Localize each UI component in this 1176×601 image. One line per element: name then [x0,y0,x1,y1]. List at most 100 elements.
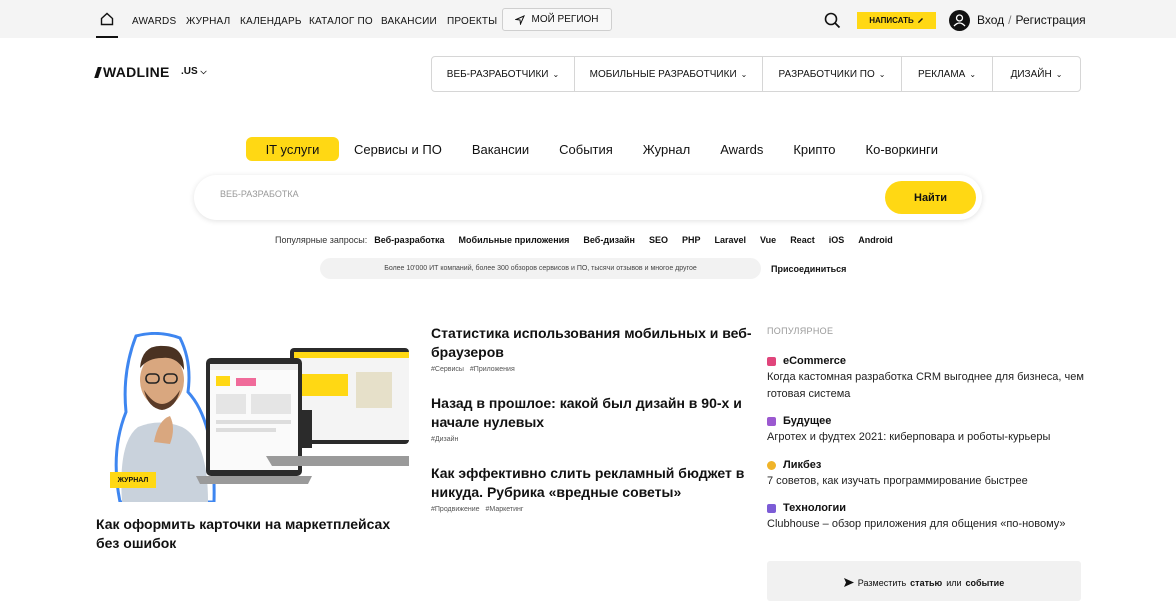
write-button[interactable]: НАПИСАТЬ [857,12,936,29]
topnav-vacancies[interactable]: ВАКАНСИИ [381,16,437,27]
article-tags: #Продвижение #Маркетинг [431,506,761,513]
popular-item[interactable]: eCommerce Когда кастомная разработка CRM… [767,355,1087,403]
popular-text: 7 советов, как изучать программирование … [767,475,1028,487]
logo-text: WADLINE [103,64,170,80]
popular-query[interactable]: Мобильные приложения [459,235,570,245]
logo-mark [94,67,102,78]
pencil-icon [917,18,923,23]
article-tags: #Сервисы #Приложения [431,366,761,373]
article-tag[interactable]: #Приложения [470,366,515,373]
ecommerce-icon [767,356,776,366]
login-link[interactable]: Вход [977,13,1004,27]
category-mobile-developers[interactable]: МОБИЛЬНЫЕ РАЗРАБОТЧИКИ ⌄ [575,57,763,91]
site-logo[interactable]: WADLINE [94,64,170,80]
popular-category: eCommerce [783,355,846,367]
place-prefix: Разместить [857,578,907,588]
chevron-down-icon: ⌄ [1055,69,1063,79]
tab-services-software[interactable]: Сервисы и ПО [339,137,457,161]
article-title[interactable]: Статистика использования мобильных и веб… [431,324,761,362]
search-button[interactable]: Найти [885,181,976,214]
article-item: Назад в прошлое: какой был дизайн в 90-х… [431,394,761,443]
tab-awards[interactable]: Awards [705,137,778,161]
category-label: РЕКЛАМА [917,68,966,80]
article-tag[interactable]: #Маркетинг [486,506,524,513]
popular-query[interactable]: React [790,235,815,245]
article-item: Как эффективно слить рекламный бюджет в … [431,464,761,513]
popular-item[interactable]: Ликбез 7 советов, как изучать программир… [767,459,1087,490]
popular-text: Когда кастомная разработка CRM выгоднее … [767,371,1084,400]
popular-text: Clubhouse – обзор приложения для общения… [767,518,1066,530]
popular-query[interactable]: Laravel [714,235,746,245]
place-event-link[interactable]: событие [966,578,1005,588]
category-software-developers[interactable]: РАЗРАБОТЧИКИ ПО ⌄ [763,57,902,91]
category-menu: ВЕБ-РАЗРАБОТЧИКИ ⌄ МОБИЛЬНЫЕ РАЗРАБОТЧИКИ… [431,56,1081,92]
popular-heading: ПОПУЛЯРНОЕ [767,326,834,336]
article-tag[interactable]: #Продвижение [431,506,480,513]
popular-query[interactable]: PHP [682,235,701,245]
category-label: ДИЗАЙН [1010,68,1052,80]
likbez-icon [767,460,776,470]
search-box: Найти [194,175,982,220]
place-or: или [946,578,962,588]
article-title[interactable]: Как эффективно слить рекламный бюджет в … [431,464,761,502]
region-button[interactable]: МОЙ РЕГИОН [502,8,612,31]
popular-item[interactable]: Технологии Clubhouse – обзор приложения … [767,502,1087,533]
popular-query[interactable]: Веб-дизайн [583,235,635,245]
user-avatar-icon[interactable] [949,10,970,31]
category-label: МОБИЛЬНЫЕ РАЗРАБОТЧИКИ [589,68,737,80]
future-icon [767,416,776,426]
category-advertising[interactable]: РЕКЛАМА ⌄ [902,57,993,91]
technology-icon [767,503,776,513]
locale-selector[interactable]: .US ⌵ [181,66,207,77]
topnav-awards[interactable]: AWARDS [132,16,176,27]
category-label: РАЗРАБОТЧИКИ ПО [778,68,875,80]
topnav-calendar[interactable]: КАЛЕНДАРЬ [240,16,302,27]
popular-category: Технологии [783,502,847,514]
topnav-journal[interactable]: ЖУРНАЛ [186,16,230,27]
place-content-box: Разместить статью или событие [767,561,1081,601]
navigation-arrow-icon [515,14,526,25]
category-web-developers[interactable]: ВЕБ-РАЗРАБОТЧИКИ ⌄ [432,57,575,91]
auth-separator: / [1008,13,1012,27]
join-link[interactable]: Присоединиться [771,264,846,274]
popular-text: Агротех и фудтех 2021: киберповара и роб… [767,431,1051,443]
popular-category: Будущее [783,415,832,427]
popular-query[interactable]: SEO [649,235,668,245]
search-input[interactable] [220,189,820,199]
article-tags: #Дизайн [431,436,761,443]
tab-it-services[interactable]: IT услуги [246,137,339,161]
popular-query[interactable]: Android [858,235,893,245]
featured-title[interactable]: Как оформить карточки на маркетплейсах б… [96,515,416,553]
popular-item[interactable]: Будущее Агротех и фудтех 2021: киберпова… [767,415,1087,446]
join-banner: Более 10'000 ИТ компаний, более 300 обзо… [320,258,761,279]
region-label: МОЙ РЕГИОН [531,14,599,25]
home-link[interactable] [96,8,118,38]
article-title[interactable]: Назад в прошлое: какой был дизайн в 90-х… [431,394,761,432]
tab-events[interactable]: События [544,137,628,161]
category-design[interactable]: ДИЗАЙН ⌄ [993,57,1080,91]
auth-links: Вход / Регистрация [977,13,1086,27]
topnav-projects[interactable]: ПРОЕКТЫ [447,16,497,27]
send-icon [843,578,854,587]
article-item: Статистика использования мобильных и веб… [431,324,761,373]
top-bar: AWARDS ЖУРНАЛ КАЛЕНДАРЬ КАТАЛОГ ПО ВАКАН… [0,0,1176,38]
tab-crypto[interactable]: Крипто [778,137,850,161]
section-tabs: IT услуги Сервисы и ПО Вакансии События … [246,137,953,161]
place-article-link[interactable]: статью [910,578,942,588]
locale-label: .US [181,66,198,77]
register-link[interactable]: Регистрация [1016,13,1086,27]
write-label: НАПИСАТЬ [869,16,914,25]
tab-journal[interactable]: Журнал [628,137,705,161]
popular-query[interactable]: iOS [829,235,845,245]
tab-coworkings[interactable]: Ко-воркинги [851,137,953,161]
search-icon[interactable] [824,12,841,29]
popular-queries-label: Популярные запросы: [275,235,368,245]
tab-vacancies[interactable]: Вакансии [457,137,544,161]
popular-query[interactable]: Веб-разработка [374,235,444,245]
popular-query[interactable]: Vue [760,235,776,245]
topnav-catalog[interactable]: КАТАЛОГ ПО [309,16,373,27]
article-tag[interactable]: #Дизайн [431,436,458,443]
article-tag[interactable]: #Сервисы [431,366,464,373]
chevron-down-icon: ⌄ [969,69,977,79]
chevron-down-icon: ⌄ [878,69,886,79]
